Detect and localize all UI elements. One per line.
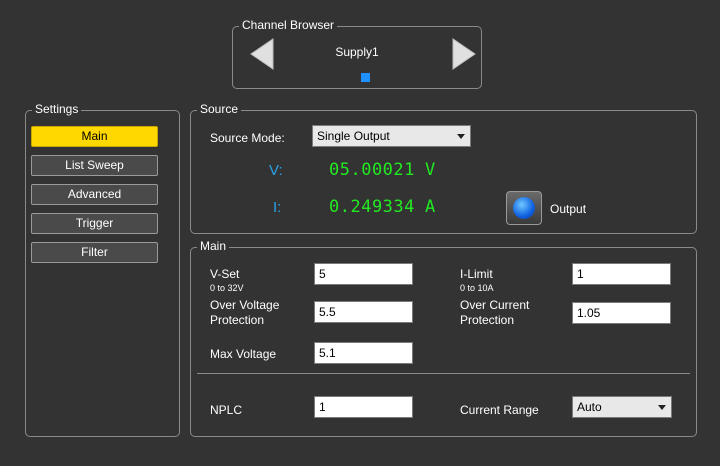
output-label: Output: [550, 202, 587, 216]
current-unit: A: [425, 197, 436, 217]
current-readout: 0.249334: [329, 197, 415, 217]
voltage-unit: V: [425, 160, 436, 180]
channel-browser-group: Channel Browser Supply1: [232, 18, 482, 89]
vset-label: V-Set: [210, 267, 240, 281]
ocp-label-line2: Protection: [460, 313, 515, 327]
channel-name: Supply1: [335, 45, 379, 59]
settings-title: Settings: [32, 102, 82, 116]
ilimit-label: I-Limit: [460, 267, 493, 281]
main-divider: [197, 373, 690, 374]
chevron-down-icon: [457, 134, 465, 139]
settings-item-advanced[interactable]: Advanced: [31, 184, 158, 205]
settings-item-filter[interactable]: Filter: [31, 242, 158, 263]
output-led-icon: [513, 197, 535, 219]
vset-input[interactable]: 5: [314, 263, 413, 285]
ovp-label-line1: Over Voltage: [210, 298, 280, 312]
ovp-input[interactable]: 5.5: [314, 301, 413, 323]
current-range-value: Auto: [577, 400, 602, 414]
ilimit-input[interactable]: 1: [572, 263, 671, 285]
triangle-right-icon: [452, 38, 476, 70]
voltage-label: V:: [269, 162, 283, 179]
output-button[interactable]: [506, 191, 542, 225]
vset-range: 0 to 32V: [210, 283, 244, 293]
current-label: I:: [273, 199, 282, 216]
max-voltage-input[interactable]: 5.1: [314, 342, 413, 364]
current-range-select[interactable]: Auto: [572, 396, 672, 418]
channel-indicator: [361, 73, 370, 82]
main-title: Main: [197, 239, 230, 253]
source-mode-value: Single Output: [317, 129, 390, 143]
ocp-input[interactable]: 1.05: [572, 302, 671, 324]
next-channel-button[interactable]: [451, 38, 477, 70]
channel-browser-title: Channel Browser: [239, 18, 338, 32]
settings-item-list-sweep[interactable]: List Sweep: [31, 155, 158, 176]
source-mode-label: Source Mode:: [210, 131, 285, 145]
voltage-readout: 05.00021: [329, 160, 415, 180]
source-mode-select[interactable]: Single Output: [312, 125, 471, 147]
current-range-label: Current Range: [460, 403, 539, 417]
source-title: Source: [197, 102, 242, 116]
settings-item-main[interactable]: Main: [31, 126, 158, 147]
chevron-down-icon: [658, 405, 666, 410]
ovp-label-line2: Protection: [210, 313, 265, 327]
settings-item-trigger[interactable]: Trigger: [31, 213, 158, 234]
max-voltage-label: Max Voltage: [210, 347, 277, 361]
ocp-label-line1: Over Current: [460, 298, 530, 312]
nplc-label: NPLC: [210, 403, 243, 417]
nplc-input[interactable]: 1: [314, 396, 413, 418]
ilimit-range: 0 to 10A: [460, 283, 494, 293]
